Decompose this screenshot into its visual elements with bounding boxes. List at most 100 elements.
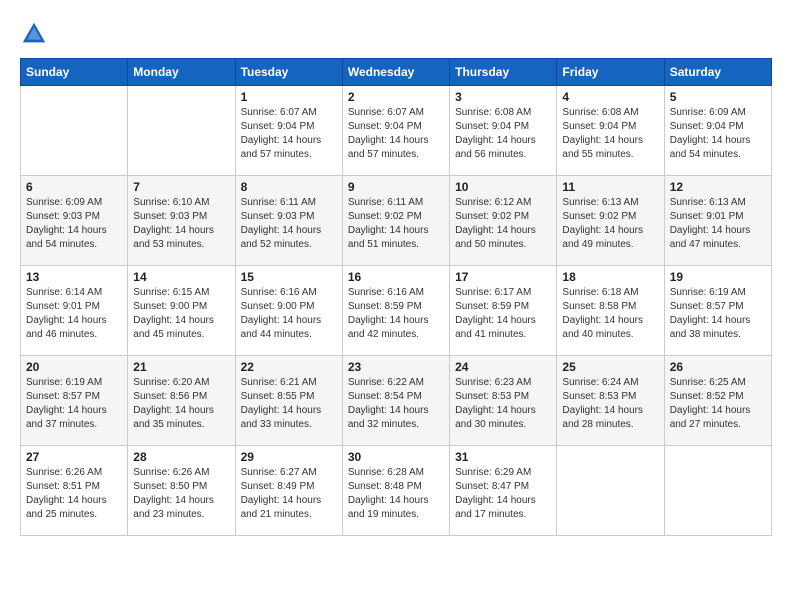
- calendar-cell: [128, 86, 235, 176]
- day-daylight: Daylight: 14 hours and 50 minutes.: [455, 224, 551, 252]
- calendar-week-5: 27 Sunrise: 6:26 AM Sunset: 8:51 PM Dayl…: [21, 446, 772, 536]
- calendar-cell: 31 Sunrise: 6:29 AM Sunset: 8:47 PM Dayl…: [450, 446, 557, 536]
- calendar-cell: 3 Sunrise: 6:08 AM Sunset: 9:04 PM Dayli…: [450, 86, 557, 176]
- day-sunset: Sunset: 9:04 PM: [348, 120, 444, 134]
- day-number: 22: [241, 360, 337, 374]
- day-sunset: Sunset: 8:49 PM: [241, 480, 337, 494]
- day-sunset: Sunset: 8:52 PM: [670, 390, 766, 404]
- day-number: 23: [348, 360, 444, 374]
- day-number: 25: [562, 360, 658, 374]
- day-sunset: Sunset: 8:58 PM: [562, 300, 658, 314]
- calendar-cell: 15 Sunrise: 6:16 AM Sunset: 9:00 PM Dayl…: [235, 266, 342, 356]
- day-sunrise: Sunrise: 6:21 AM: [241, 376, 337, 390]
- day-sunset: Sunset: 9:03 PM: [26, 210, 122, 224]
- calendar-cell: 19 Sunrise: 6:19 AM Sunset: 8:57 PM Dayl…: [664, 266, 771, 356]
- day-sunset: Sunset: 9:00 PM: [133, 300, 229, 314]
- day-number: 5: [670, 90, 766, 104]
- day-sunrise: Sunrise: 6:16 AM: [241, 286, 337, 300]
- calendar-cell: 9 Sunrise: 6:11 AM Sunset: 9:02 PM Dayli…: [342, 176, 449, 266]
- day-sunrise: Sunrise: 6:12 AM: [455, 196, 551, 210]
- day-number: 11: [562, 180, 658, 194]
- day-daylight: Daylight: 14 hours and 51 minutes.: [348, 224, 444, 252]
- day-daylight: Daylight: 14 hours and 53 minutes.: [133, 224, 229, 252]
- day-number: 9: [348, 180, 444, 194]
- calendar-cell: 10 Sunrise: 6:12 AM Sunset: 9:02 PM Dayl…: [450, 176, 557, 266]
- weekday-header-sunday: Sunday: [21, 59, 128, 86]
- day-number: 8: [241, 180, 337, 194]
- day-number: 24: [455, 360, 551, 374]
- day-daylight: Daylight: 14 hours and 55 minutes.: [562, 134, 658, 162]
- day-number: 28: [133, 450, 229, 464]
- day-number: 2: [348, 90, 444, 104]
- day-sunset: Sunset: 9:03 PM: [133, 210, 229, 224]
- day-number: 12: [670, 180, 766, 194]
- day-sunset: Sunset: 8:51 PM: [26, 480, 122, 494]
- calendar-cell: 8 Sunrise: 6:11 AM Sunset: 9:03 PM Dayli…: [235, 176, 342, 266]
- day-sunrise: Sunrise: 6:07 AM: [348, 106, 444, 120]
- day-sunrise: Sunrise: 6:08 AM: [562, 106, 658, 120]
- day-sunset: Sunset: 9:04 PM: [562, 120, 658, 134]
- calendar-cell: 16 Sunrise: 6:16 AM Sunset: 8:59 PM Dayl…: [342, 266, 449, 356]
- day-daylight: Daylight: 14 hours and 49 minutes.: [562, 224, 658, 252]
- day-sunrise: Sunrise: 6:16 AM: [348, 286, 444, 300]
- calendar-cell: 14 Sunrise: 6:15 AM Sunset: 9:00 PM Dayl…: [128, 266, 235, 356]
- calendar-cell: 25 Sunrise: 6:24 AM Sunset: 8:53 PM Dayl…: [557, 356, 664, 446]
- day-number: 1: [241, 90, 337, 104]
- calendar-cell: [557, 446, 664, 536]
- day-sunset: Sunset: 8:55 PM: [241, 390, 337, 404]
- day-daylight: Daylight: 14 hours and 25 minutes.: [26, 494, 122, 522]
- calendar-cell: 12 Sunrise: 6:13 AM Sunset: 9:01 PM Dayl…: [664, 176, 771, 266]
- day-daylight: Daylight: 14 hours and 33 minutes.: [241, 404, 337, 432]
- day-sunset: Sunset: 8:53 PM: [562, 390, 658, 404]
- calendar-cell: 27 Sunrise: 6:26 AM Sunset: 8:51 PM Dayl…: [21, 446, 128, 536]
- day-sunrise: Sunrise: 6:11 AM: [348, 196, 444, 210]
- day-daylight: Daylight: 14 hours and 45 minutes.: [133, 314, 229, 342]
- day-sunrise: Sunrise: 6:11 AM: [241, 196, 337, 210]
- day-daylight: Daylight: 14 hours and 47 minutes.: [670, 224, 766, 252]
- calendar-cell: 5 Sunrise: 6:09 AM Sunset: 9:04 PM Dayli…: [664, 86, 771, 176]
- day-sunrise: Sunrise: 6:13 AM: [670, 196, 766, 210]
- day-sunset: Sunset: 9:00 PM: [241, 300, 337, 314]
- day-sunset: Sunset: 9:02 PM: [348, 210, 444, 224]
- day-sunrise: Sunrise: 6:09 AM: [26, 196, 122, 210]
- calendar-week-1: 1 Sunrise: 6:07 AM Sunset: 9:04 PM Dayli…: [21, 86, 772, 176]
- calendar-cell: 30 Sunrise: 6:28 AM Sunset: 8:48 PM Dayl…: [342, 446, 449, 536]
- day-sunrise: Sunrise: 6:15 AM: [133, 286, 229, 300]
- day-daylight: Daylight: 14 hours and 46 minutes.: [26, 314, 122, 342]
- day-daylight: Daylight: 14 hours and 21 minutes.: [241, 494, 337, 522]
- day-sunset: Sunset: 8:56 PM: [133, 390, 229, 404]
- day-sunset: Sunset: 8:57 PM: [670, 300, 766, 314]
- calendar-week-3: 13 Sunrise: 6:14 AM Sunset: 9:01 PM Dayl…: [21, 266, 772, 356]
- day-sunset: Sunset: 8:57 PM: [26, 390, 122, 404]
- calendar-cell: [21, 86, 128, 176]
- day-sunset: Sunset: 8:59 PM: [348, 300, 444, 314]
- calendar-cell: [664, 446, 771, 536]
- day-sunset: Sunset: 9:01 PM: [670, 210, 766, 224]
- day-number: 18: [562, 270, 658, 284]
- calendar-cell: 29 Sunrise: 6:27 AM Sunset: 8:49 PM Dayl…: [235, 446, 342, 536]
- calendar-week-2: 6 Sunrise: 6:09 AM Sunset: 9:03 PM Dayli…: [21, 176, 772, 266]
- calendar-cell: 26 Sunrise: 6:25 AM Sunset: 8:52 PM Dayl…: [664, 356, 771, 446]
- day-number: 19: [670, 270, 766, 284]
- day-sunset: Sunset: 8:47 PM: [455, 480, 551, 494]
- calendar-cell: 20 Sunrise: 6:19 AM Sunset: 8:57 PM Dayl…: [21, 356, 128, 446]
- day-sunset: Sunset: 9:04 PM: [670, 120, 766, 134]
- calendar-cell: 17 Sunrise: 6:17 AM Sunset: 8:59 PM Dayl…: [450, 266, 557, 356]
- weekday-header-wednesday: Wednesday: [342, 59, 449, 86]
- day-sunrise: Sunrise: 6:26 AM: [26, 466, 122, 480]
- day-sunrise: Sunrise: 6:29 AM: [455, 466, 551, 480]
- calendar-cell: 23 Sunrise: 6:22 AM Sunset: 8:54 PM Dayl…: [342, 356, 449, 446]
- calendar-cell: 2 Sunrise: 6:07 AM Sunset: 9:04 PM Dayli…: [342, 86, 449, 176]
- day-number: 20: [26, 360, 122, 374]
- day-daylight: Daylight: 14 hours and 42 minutes.: [348, 314, 444, 342]
- calendar-cell: 4 Sunrise: 6:08 AM Sunset: 9:04 PM Dayli…: [557, 86, 664, 176]
- day-sunset: Sunset: 8:53 PM: [455, 390, 551, 404]
- day-number: 7: [133, 180, 229, 194]
- day-sunrise: Sunrise: 6:23 AM: [455, 376, 551, 390]
- calendar-cell: 22 Sunrise: 6:21 AM Sunset: 8:55 PM Dayl…: [235, 356, 342, 446]
- day-number: 31: [455, 450, 551, 464]
- calendar-cell: 13 Sunrise: 6:14 AM Sunset: 9:01 PM Dayl…: [21, 266, 128, 356]
- day-daylight: Daylight: 14 hours and 41 minutes.: [455, 314, 551, 342]
- day-daylight: Daylight: 14 hours and 17 minutes.: [455, 494, 551, 522]
- day-number: 21: [133, 360, 229, 374]
